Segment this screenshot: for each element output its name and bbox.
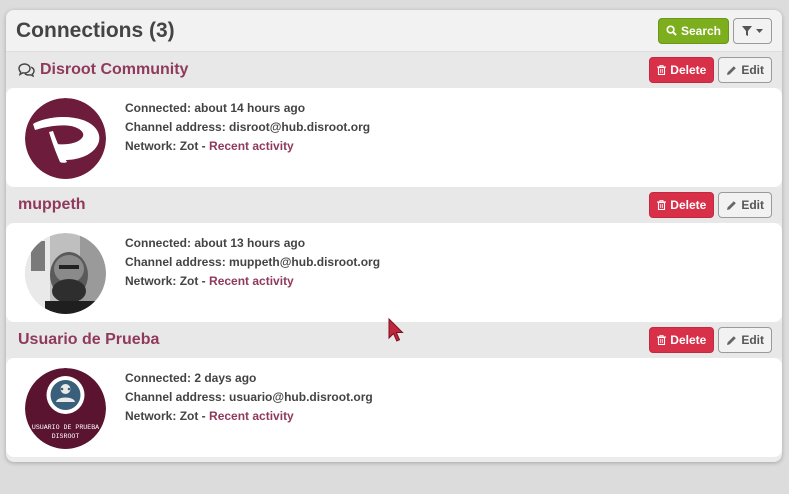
connection-card: Connected: about 14 hours ago Channel ad… [6, 88, 782, 187]
edit-button-label: Edit [741, 333, 764, 347]
address-row: Channel address: usuario@hub.disroot.org [125, 388, 373, 407]
delete-button[interactable]: Delete [649, 57, 715, 83]
delete-button-label: Delete [670, 198, 707, 212]
connected-label: Connected: [125, 101, 191, 115]
connected-label: Connected: [125, 236, 191, 250]
connection-name: Usuario de Prueba [18, 331, 160, 348]
trash-icon [657, 335, 667, 345]
address-row: Channel address: muppeth@hub.disroot.org [125, 253, 380, 272]
connection-actions: Delete Edit [649, 327, 772, 353]
address-label: Channel address: [125, 390, 226, 404]
filter-dropdown-button[interactable] [733, 17, 772, 44]
network-value: Zot - [179, 274, 206, 288]
pencil-icon [727, 200, 737, 210]
user-badge-avatar: USUARIO DE PRUEBA DISROOT [25, 368, 106, 449]
connection-actions: Delete Edit [649, 192, 772, 218]
panel-header: Connections (3) Search [6, 10, 782, 52]
connection-header: muppeth Delete Edit [6, 187, 782, 223]
connection-info: Connected: 2 days ago Channel address: u… [125, 369, 373, 426]
address-label: Channel address: [125, 120, 226, 134]
connected-value: about 13 hours ago [194, 236, 306, 250]
connection-name: Disroot Community [40, 61, 189, 78]
network-row: Network: Zot - Recent activity [125, 407, 373, 426]
connections-panel: Connections (3) Search Disroot Community [6, 10, 782, 462]
network-label: Network: [125, 409, 177, 423]
delete-button[interactable]: Delete [649, 192, 715, 218]
connection-info: Connected: about 14 hours ago Channel ad… [125, 99, 370, 156]
delete-button-label: Delete [670, 333, 707, 347]
trash-icon [657, 65, 667, 75]
recent-activity-link[interactable]: Recent activity [209, 139, 294, 153]
connection-info: Connected: about 13 hours ago Channel ad… [125, 234, 380, 291]
connection-header: Disroot Community Delete Edit [6, 52, 782, 88]
avatar[interactable] [25, 233, 106, 314]
connection-name-link[interactable]: Usuario de Prueba [18, 331, 159, 349]
recent-activity-link[interactable]: Recent activity [209, 409, 294, 423]
connection-name: muppeth [18, 196, 86, 213]
connection-name-link[interactable]: Disroot Community [18, 61, 188, 79]
connection-card: USUARIO DE PRUEBA DISROOT Connected: 2 d… [6, 358, 782, 457]
connected-row: Connected: 2 days ago [125, 369, 373, 388]
connected-value: about 14 hours ago [194, 101, 306, 115]
delete-button[interactable]: Delete [649, 327, 715, 353]
search-icon [666, 25, 677, 36]
caret-down-icon [756, 28, 763, 33]
address-value: muppeth@hub.disroot.org [229, 255, 381, 269]
comments-icon [18, 63, 35, 77]
edit-button-label: Edit [741, 198, 764, 212]
filter-icon [742, 25, 752, 36]
network-row: Network: Zot - Recent activity [125, 272, 380, 291]
network-value: Zot - [179, 409, 206, 423]
connection-card: Connected: about 13 hours ago Channel ad… [6, 223, 782, 322]
connected-value: 2 days ago [194, 371, 257, 385]
avatar-text-line-1: USUARIO DE PRUEBA [32, 424, 99, 431]
pencil-icon [727, 335, 737, 345]
connected-label: Connected: [125, 371, 191, 385]
recent-activity-link[interactable]: Recent activity [209, 274, 294, 288]
network-label: Network: [125, 274, 177, 288]
network-label: Network: [125, 139, 177, 153]
avatar[interactable] [25, 98, 106, 179]
profile-photo-avatar [25, 233, 106, 314]
avatar[interactable]: USUARIO DE PRUEBA DISROOT [25, 368, 106, 449]
address-label: Channel address: [125, 255, 226, 269]
delete-button-label: Delete [670, 63, 707, 77]
trash-icon [657, 200, 667, 210]
address-row: Channel address: disroot@hub.disroot.org [125, 118, 370, 137]
network-row: Network: Zot - Recent activity [125, 137, 370, 156]
page-title: Connections (3) [16, 18, 175, 42]
address-value: disroot@hub.disroot.org [229, 120, 371, 134]
address-value: usuario@hub.disroot.org [229, 390, 373, 404]
mouse-cursor-icon [388, 318, 404, 342]
edit-button-label: Edit [741, 63, 764, 77]
header-actions: Search [657, 17, 772, 44]
connection-actions: Delete Edit [649, 57, 772, 83]
edit-button[interactable]: Edit [718, 192, 772, 218]
disroot-logo-avatar [25, 98, 106, 179]
connected-row: Connected: about 13 hours ago [125, 234, 380, 253]
edit-button[interactable]: Edit [718, 327, 772, 353]
pencil-icon [727, 65, 737, 75]
search-button-label: Search [680, 23, 721, 38]
edit-button[interactable]: Edit [718, 57, 772, 83]
network-value: Zot - [179, 139, 206, 153]
search-button[interactable]: Search [657, 17, 729, 44]
avatar-text-line-2: DISROOT [52, 433, 80, 440]
connected-row: Connected: about 14 hours ago [125, 99, 370, 118]
connection-name-link[interactable]: muppeth [18, 196, 86, 214]
